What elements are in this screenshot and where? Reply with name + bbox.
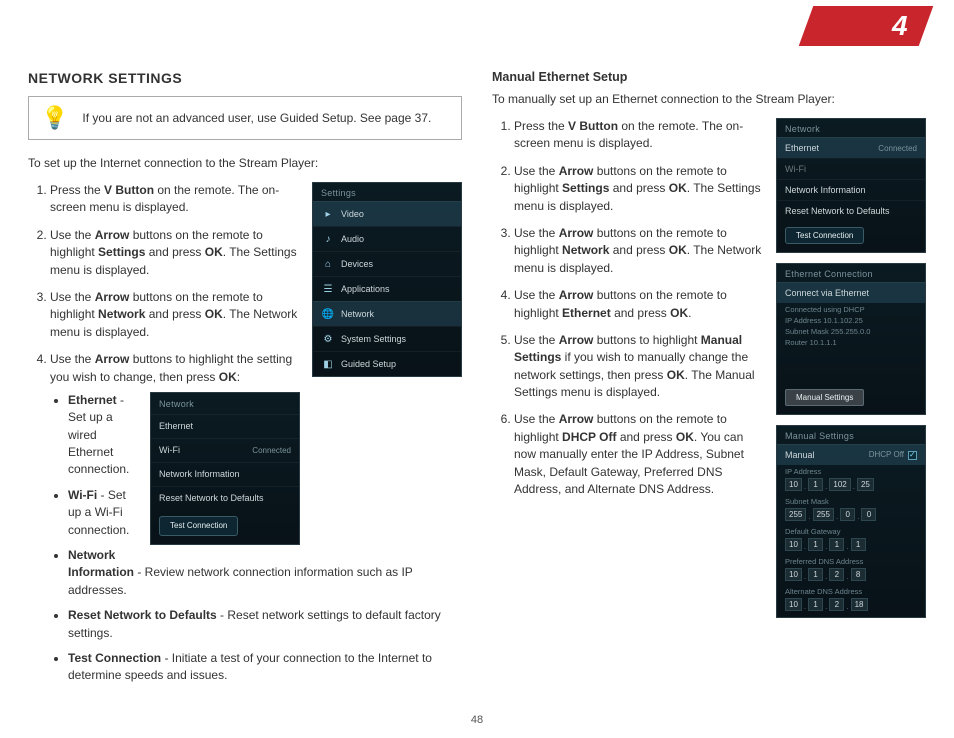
page-number: 48 — [471, 714, 483, 726]
chapter-tab: 4 — [799, 6, 934, 46]
screenshot-title: Settings — [313, 183, 461, 201]
lightbulb-icon: 💡 — [41, 105, 68, 131]
subheading: Manual Ethernet Setup — [492, 70, 926, 84]
test-connection-button: Test Connection — [785, 227, 864, 244]
screenshot-ethernet-connection: Ethernet Connection Connect via Ethernet… — [776, 263, 926, 415]
audio-icon: ♪ — [321, 232, 335, 246]
menu-row-wifi: Wi-Fi — [777, 158, 925, 179]
dhcp-off-checkbox — [908, 451, 917, 460]
bullet-reset: Reset Network to Defaults - Reset networ… — [68, 607, 462, 642]
screenshot-network: Network Ethernet Wi-FiConnected Network … — [150, 392, 300, 545]
menu-row-audio: ♪Audio — [313, 226, 461, 251]
wizard-icon: ◧ — [321, 357, 335, 371]
menu-row-ethernet: Ethernet — [151, 414, 299, 438]
bullet-netinfo: Network Information - Review network con… — [68, 547, 462, 599]
test-connection-button: Test Connection — [159, 516, 238, 536]
section-heading: NETWORK SETTINGS — [28, 70, 462, 86]
menu-row-ethernet: EthernetConnected — [777, 137, 925, 158]
dhcp-line: Connected using DHCP — [777, 303, 925, 314]
screenshot-manual-settings: Manual Settings Manual DHCP Off IP Addre… — [776, 425, 926, 618]
devices-icon: ⌂ — [321, 257, 335, 271]
adns-value: 10.1.2.18 — [777, 596, 925, 617]
router-line: Router 10.1.1.1 — [777, 336, 925, 383]
menu-row-video: ▸Video — [313, 201, 461, 226]
screenshot-title: Ethernet Connection — [777, 264, 925, 282]
screenshot-title: Manual Settings — [777, 426, 925, 444]
gear-icon: ⚙ — [321, 332, 335, 346]
ip-label: IP Address — [777, 465, 925, 476]
subnet-label: Subnet Mask — [777, 495, 925, 506]
step-4: Use the Arrow buttons to highlight the s… — [50, 351, 462, 685]
menu-row-netinfo: Network Information — [777, 179, 925, 200]
menu-row-reset: Reset Network to Defaults — [151, 486, 299, 510]
intro-text: To set up the Internet connection to the… — [28, 154, 462, 172]
pdns-value: 10.1.2.8 — [777, 566, 925, 585]
gateway-value: 10.1.1.1 — [777, 536, 925, 555]
video-icon: ▸ — [321, 207, 335, 221]
adns-label: Alternate DNS Address — [777, 585, 925, 596]
screenshot-title: Network — [777, 119, 925, 137]
manual-header-row: Manual DHCP Off — [777, 444, 925, 465]
menu-row-wifi: Wi-FiConnected — [151, 438, 299, 462]
pdns-label: Preferred DNS Address — [777, 555, 925, 566]
menu-row-system: ⚙System Settings — [313, 326, 461, 351]
tip-box: 💡 If you are not an advanced user, use G… — [28, 96, 462, 140]
chapter-number: 4 — [892, 10, 908, 42]
screenshot-title: Network — [151, 393, 299, 414]
screenshot-settings: Settings ▸Video ♪Audio ⌂Devices ☰Applica… — [312, 182, 462, 377]
tip-text: If you are not an advanced user, use Gui… — [82, 110, 431, 127]
subnet-value: 255.255.0.0 — [777, 506, 925, 525]
apps-icon: ☰ — [321, 282, 335, 296]
gateway-label: Default Gateway — [777, 525, 925, 536]
menu-row-netinfo: Network Information — [151, 462, 299, 486]
mask-line: Subnet Mask 255.255.0.0 — [777, 325, 925, 336]
globe-icon: 🌐 — [321, 307, 335, 321]
menu-row-reset: Reset Network to Defaults — [777, 200, 925, 221]
manual-settings-button: Manual Settings — [785, 389, 864, 406]
connect-via-row: Connect via Ethernet — [777, 282, 925, 303]
bullet-test: Test Connection - Initiate a test of you… — [68, 650, 462, 685]
ip-line: IP Address 10.1.102.25 — [777, 314, 925, 325]
right-column: Manual Ethernet Setup To manually set up… — [492, 70, 926, 695]
screenshot-network-2: Network EthernetConnected Wi-Fi Network … — [776, 118, 926, 253]
menu-row-devices: ⌂Devices — [313, 251, 461, 276]
ip-address-value: 10.1.102.25 — [777, 476, 925, 495]
menu-row-guided: ◧Guided Setup — [313, 351, 461, 376]
intro-text: To manually set up an Ethernet connectio… — [492, 90, 926, 108]
menu-row-network: 🌐Network — [313, 301, 461, 326]
menu-row-applications: ☰Applications — [313, 276, 461, 301]
left-column: NETWORK SETTINGS 💡 If you are not an adv… — [28, 70, 462, 695]
